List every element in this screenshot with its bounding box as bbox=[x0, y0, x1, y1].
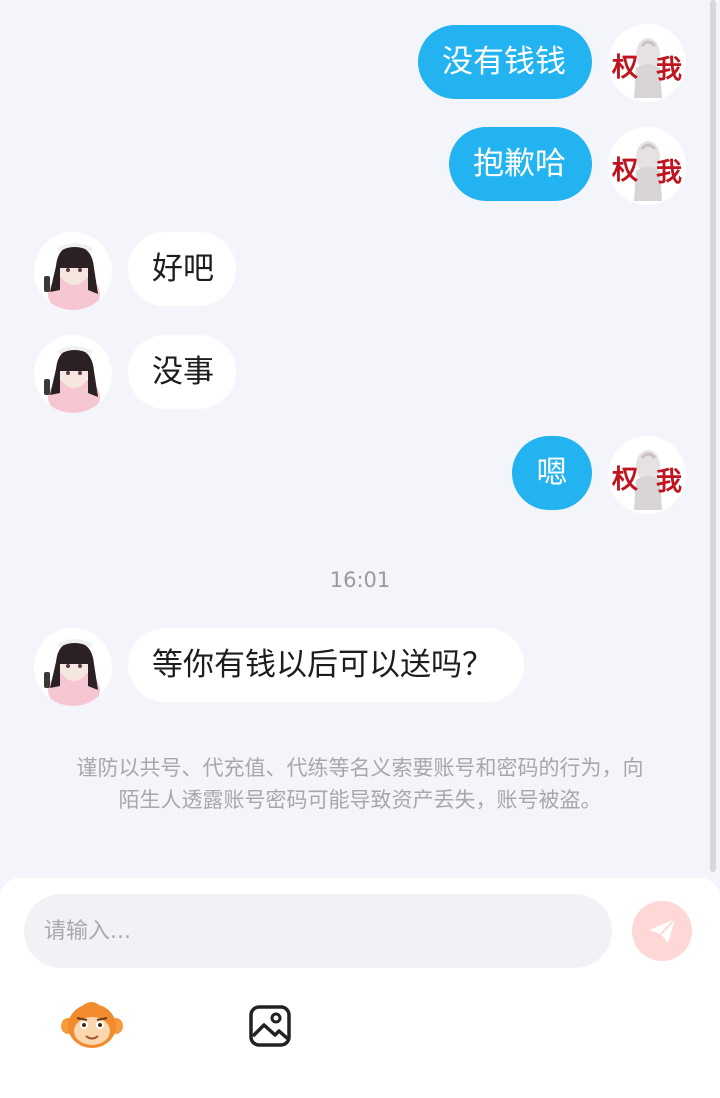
paper-plane-icon bbox=[646, 915, 678, 947]
image-button[interactable] bbox=[246, 1002, 294, 1050]
self-message-bubble[interactable]: 嗯 bbox=[512, 436, 592, 510]
contact-avatar[interactable] bbox=[34, 335, 112, 413]
scrollbar[interactable] bbox=[710, 0, 716, 872]
composer-bar bbox=[0, 878, 720, 1098]
self-avatar[interactable]: 权 我 bbox=[608, 127, 686, 205]
contact-message-bubble[interactable]: 好吧 bbox=[128, 232, 236, 306]
contact-message-bubble[interactable]: 等你有钱以后可以送吗？ bbox=[128, 628, 524, 702]
message-timestamp: 16:01 bbox=[329, 568, 391, 592]
monkey-emoji-icon bbox=[60, 998, 124, 1050]
self-avatar-glyph-right: 我 bbox=[656, 467, 682, 497]
chat-area: 没有钱钱 权 我 抱歉哈 权 我 好吧 没事 嗯 权 我 16:01 等你有钱以… bbox=[0, 0, 720, 878]
security-notice: 谨防以共号、代充值、代练等名义索要账号和密码的行为，向陌生人透露账号密码可能导致… bbox=[76, 756, 644, 812]
self-avatar-glyph-left: 权 bbox=[611, 53, 638, 83]
contact-avatar[interactable] bbox=[34, 232, 112, 310]
contact-message-bubble[interactable]: 没事 bbox=[128, 335, 236, 409]
self-avatar[interactable]: 权 我 bbox=[608, 436, 686, 514]
self-avatar-glyph-left: 权 bbox=[611, 156, 638, 186]
self-avatar[interactable]: 权 我 bbox=[608, 24, 686, 102]
contact-avatar[interactable] bbox=[34, 628, 112, 706]
send-button[interactable] bbox=[632, 901, 692, 961]
self-message-bubble[interactable]: 没有钱钱 bbox=[418, 25, 592, 99]
image-picker-icon bbox=[248, 1004, 292, 1048]
emoji-button[interactable] bbox=[60, 998, 124, 1050]
self-avatar-glyph-left: 权 bbox=[611, 465, 638, 495]
message-input[interactable] bbox=[24, 894, 612, 968]
self-avatar-glyph-right: 我 bbox=[656, 158, 682, 188]
self-avatar-glyph-right: 我 bbox=[656, 55, 682, 85]
self-message-bubble[interactable]: 抱歉哈 bbox=[449, 127, 592, 201]
